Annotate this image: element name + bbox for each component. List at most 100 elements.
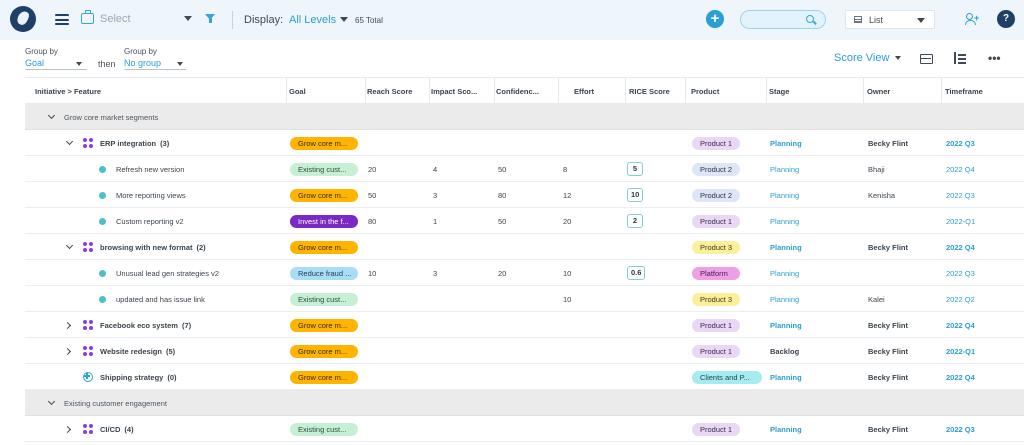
- menu-icon[interactable]: [55, 14, 69, 25]
- stage-value[interactable]: Planning: [770, 217, 799, 226]
- initiative-row[interactable]: Shipping strategy (0) Grow core m... Client…: [25, 364, 1024, 390]
- chevron-down-icon[interactable]: [184, 16, 192, 21]
- initiative-row[interactable]: ERP integration (3) Grow core m... Product …: [25, 130, 1024, 156]
- more-options-icon[interactable]: •••: [988, 51, 1001, 65]
- column-header[interactable]: Product: [691, 87, 719, 96]
- reach-score[interactable]: 80: [368, 217, 376, 226]
- display-level-select[interactable]: All Levels: [289, 14, 336, 26]
- owner-name[interactable]: Kalei: [868, 295, 885, 304]
- feature-row[interactable]: updated and has issue link Existing cust.…: [25, 286, 1024, 312]
- score-view-select[interactable]: Score View: [834, 52, 889, 64]
- owner-name[interactable]: Becky Flint: [868, 425, 908, 434]
- add-button[interactable]: +: [706, 10, 724, 28]
- goal-pill[interactable]: Grow core m...: [290, 136, 358, 150]
- goal-pill[interactable]: Reduce fraud ...: [290, 266, 358, 280]
- column-divider[interactable]: [494, 78, 495, 105]
- column-header[interactable]: Confidenc...: [496, 87, 539, 96]
- search-input[interactable]: [740, 10, 826, 29]
- timeframe-value[interactable]: 2022 Q3: [946, 191, 975, 200]
- stage-value[interactable]: Planning: [770, 191, 799, 200]
- goal-pill[interactable]: Existing cust...: [290, 292, 358, 306]
- impact-score[interactable]: 3: [433, 269, 437, 278]
- confidence-score[interactable]: 80: [498, 191, 506, 200]
- app-logo[interactable]: [10, 6, 36, 32]
- column-divider[interactable]: [941, 78, 942, 105]
- reach-score[interactable]: 50: [368, 191, 376, 200]
- initiative-name[interactable]: ERP integration: [100, 139, 156, 148]
- product-pill[interactable]: Product 1: [692, 344, 741, 358]
- product-pill[interactable]: Platform: [692, 266, 740, 280]
- effort-score[interactable]: 8: [563, 165, 567, 174]
- search-icon[interactable]: [806, 15, 814, 23]
- product-pill[interactable]: Product 1: [692, 318, 741, 332]
- view-select[interactable]: List: [845, 10, 935, 29]
- chevron-down-icon[interactable]: [65, 241, 74, 250]
- timeframe-value[interactable]: 2022 Q3: [946, 425, 975, 434]
- group-row[interactable]: Existing customer engagement: [25, 390, 1024, 416]
- chevron-right-icon[interactable]: [63, 425, 72, 433]
- goal-pill[interactable]: Grow core m...: [290, 370, 358, 384]
- initiative-name[interactable]: Website redesign: [100, 347, 162, 356]
- effort-score[interactable]: 12: [563, 191, 571, 200]
- impact-score[interactable]: 4: [433, 165, 437, 174]
- initiative-name[interactable]: CI/CD: [100, 425, 120, 434]
- column-header[interactable]: Reach Score: [367, 87, 412, 96]
- confidence-score[interactable]: 50: [498, 217, 506, 226]
- initiative-row[interactable]: Facebook eco system (7) Grow core m... Prod…: [25, 312, 1024, 338]
- group-by-2-select[interactable]: No group: [124, 58, 161, 68]
- goal-pill[interactable]: Existing cust...: [290, 162, 358, 176]
- stage-value[interactable]: Planning: [770, 425, 802, 434]
- column-header[interactable]: Impact Sco...: [431, 87, 477, 96]
- chevron-down-icon[interactable]: [76, 62, 82, 66]
- effort-score[interactable]: 10: [563, 269, 571, 278]
- column-header[interactable]: Timeframe: [945, 87, 983, 96]
- stage-value[interactable]: Planning: [770, 165, 799, 174]
- product-pill[interactable]: Product 3: [692, 292, 741, 306]
- feature-row[interactable]: Custom reporting v2 Invest in the f... 80 1…: [25, 208, 1024, 234]
- timeframe-value[interactable]: 2022 Q4: [946, 243, 975, 252]
- column-header[interactable]: Owner: [867, 87, 890, 96]
- column-divider[interactable]: [685, 78, 686, 105]
- column-divider[interactable]: [558, 78, 559, 105]
- owner-name[interactable]: Becky Flint: [868, 243, 908, 252]
- chevron-down-icon[interactable]: [47, 111, 56, 120]
- chevron-down-icon[interactable]: [177, 62, 183, 66]
- timeframe-value[interactable]: 2022 Q3: [946, 139, 975, 148]
- product-pill[interactable]: Product 1: [692, 422, 741, 436]
- reach-score[interactable]: 20: [368, 165, 376, 174]
- initiative-row[interactable]: browsing with new format (2) Grow core m..…: [25, 234, 1024, 260]
- owner-name[interactable]: Becky Flint: [868, 321, 908, 330]
- chevron-down-icon[interactable]: [340, 17, 348, 22]
- goal-pill[interactable]: Grow core m...: [290, 318, 358, 332]
- goal-pill[interactable]: Grow core m...: [290, 344, 358, 358]
- chevron-down-icon[interactable]: [917, 18, 925, 23]
- feature-row[interactable]: Refresh new version Existing cust... 20 4 50…: [25, 156, 1024, 182]
- stage-value[interactable]: Planning: [770, 139, 802, 148]
- timeframe-value[interactable]: 2022 Q4: [946, 373, 975, 382]
- feature-name[interactable]: Refresh new version: [116, 165, 184, 174]
- impact-score[interactable]: 3: [433, 191, 437, 200]
- stage-value[interactable]: Backlog: [770, 347, 799, 356]
- stage-value[interactable]: Planning: [770, 373, 802, 382]
- confidence-score[interactable]: 50: [498, 165, 506, 174]
- product-pill[interactable]: Product 1: [692, 136, 741, 150]
- stage-value[interactable]: Planning: [770, 321, 802, 330]
- goal-pill[interactable]: Grow core m...: [290, 240, 358, 254]
- owner-name[interactable]: Kenisha: [868, 191, 895, 200]
- timeframe-value[interactable]: 2022 Q3: [946, 269, 975, 278]
- impact-score[interactable]: 1: [433, 217, 437, 226]
- feature-row[interactable]: Unusual lead gen strategies v2 Reduce fra…: [25, 260, 1024, 286]
- column-header[interactable]: Stage: [769, 87, 789, 96]
- chevron-right-icon[interactable]: [63, 347, 72, 355]
- stage-value[interactable]: Planning: [770, 295, 799, 304]
- column-divider[interactable]: [286, 78, 287, 105]
- portfolio-select[interactable]: Select: [80, 10, 198, 30]
- feature-row[interactable]: More reporting views Grow core m... 50 3 80 1…: [25, 182, 1024, 208]
- initiative-row[interactable]: CI/CD (4) Existing cust... Product 1 Plannin…: [25, 416, 1024, 442]
- owner-name[interactable]: Becky Flint: [868, 373, 908, 382]
- initiative-name[interactable]: browsing with new format: [100, 243, 193, 252]
- column-divider[interactable]: [766, 78, 767, 105]
- effort-score[interactable]: 20: [563, 217, 571, 226]
- column-divider[interactable]: [625, 78, 626, 105]
- column-divider[interactable]: [365, 78, 366, 105]
